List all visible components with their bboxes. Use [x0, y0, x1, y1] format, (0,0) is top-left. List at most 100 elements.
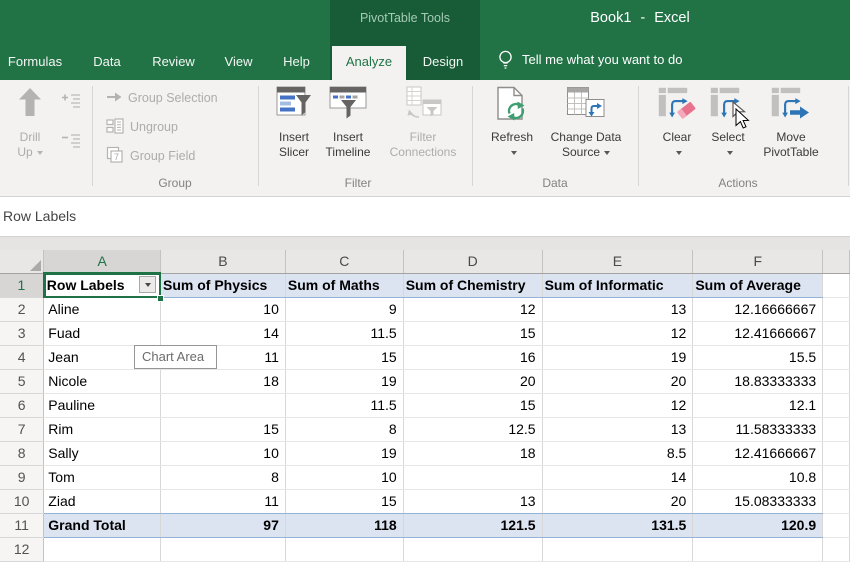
- cell-E3[interactable]: 12: [542, 321, 693, 345]
- row-header-12[interactable]: 12: [0, 537, 44, 561]
- column-header-C[interactable]: C: [285, 250, 403, 273]
- cell-F8[interactable]: 12.41666667: [693, 441, 823, 465]
- cell-D2[interactable]: 12: [403, 297, 542, 321]
- cell-E12[interactable]: [542, 537, 693, 561]
- select-all-corner[interactable]: [0, 250, 44, 273]
- cell-B1[interactable]: Sum of Physics: [161, 273, 286, 297]
- tab-formulas[interactable]: Formulas: [0, 46, 70, 80]
- cell-E8[interactable]: 8.5: [542, 441, 693, 465]
- fill-handle[interactable]: [157, 295, 164, 302]
- cell-B2[interactable]: 10: [161, 297, 286, 321]
- cell-B8[interactable]: 10: [161, 441, 286, 465]
- cell-E11[interactable]: 131.5: [542, 513, 693, 537]
- cell-E4[interactable]: 19: [542, 345, 693, 369]
- column-header-A[interactable]: A: [44, 250, 161, 273]
- cell-G1[interactable]: [823, 273, 850, 297]
- cell-C12[interactable]: [285, 537, 403, 561]
- cell-D3[interactable]: 15: [403, 321, 542, 345]
- cell-G12[interactable]: [823, 537, 850, 561]
- row-header-3[interactable]: 3: [0, 321, 44, 345]
- cell-C6[interactable]: 11.5: [285, 393, 403, 417]
- cell-G8[interactable]: [823, 441, 850, 465]
- column-header-B[interactable]: B: [161, 250, 286, 273]
- cell-G7[interactable]: [823, 417, 850, 441]
- cell-D9[interactable]: [403, 465, 542, 489]
- cell-D4[interactable]: 16: [403, 345, 542, 369]
- cell-F2[interactable]: 12.16666667: [693, 297, 823, 321]
- cell-G2[interactable]: [823, 297, 850, 321]
- cell-B6[interactable]: [161, 393, 286, 417]
- cell-F1[interactable]: Sum of Average: [693, 273, 823, 297]
- row-header-6[interactable]: 6: [0, 393, 44, 417]
- tab-analyze[interactable]: Analyze: [332, 46, 406, 80]
- cell-F6[interactable]: 12.1: [693, 393, 823, 417]
- row-header-4[interactable]: 4: [0, 345, 44, 369]
- cell-A10[interactable]: Ziad: [44, 489, 161, 513]
- cell-B10[interactable]: 11: [161, 489, 286, 513]
- tab-design[interactable]: Design: [411, 46, 475, 80]
- row-header-2[interactable]: 2: [0, 297, 44, 321]
- cell-G3[interactable]: [823, 321, 850, 345]
- column-header-E[interactable]: E: [542, 250, 693, 273]
- row-header-11[interactable]: 11: [0, 513, 44, 537]
- row-header-10[interactable]: 10: [0, 489, 44, 513]
- cell-B12[interactable]: [161, 537, 286, 561]
- change-data-source-button[interactable]: Change Data Source: [540, 84, 632, 160]
- cell-C3[interactable]: 11.5: [285, 321, 403, 345]
- cell-C11[interactable]: 118: [285, 513, 403, 537]
- cell-A6[interactable]: Pauline: [44, 393, 161, 417]
- cell-D12[interactable]: [403, 537, 542, 561]
- cell-F9[interactable]: 10.8: [693, 465, 823, 489]
- cell-C5[interactable]: 19: [285, 369, 403, 393]
- row-labels-filter-button[interactable]: [139, 276, 156, 293]
- cell-G10[interactable]: [823, 489, 850, 513]
- cell-F5[interactable]: 18.83333333: [693, 369, 823, 393]
- cell-A11[interactable]: Grand Total: [44, 513, 161, 537]
- column-header-D[interactable]: D: [403, 250, 542, 273]
- move-pivottable-button[interactable]: Move PivotTable: [752, 84, 830, 160]
- cell-G9[interactable]: [823, 465, 850, 489]
- cell-D7[interactable]: 12.5: [403, 417, 542, 441]
- cell-C1[interactable]: Sum of Maths: [285, 273, 403, 297]
- cell-E5[interactable]: 20: [542, 369, 693, 393]
- cell-C10[interactable]: 15: [285, 489, 403, 513]
- cell-G4[interactable]: [823, 345, 850, 369]
- clear-button[interactable]: Clear: [652, 84, 702, 160]
- cell-E6[interactable]: 12: [542, 393, 693, 417]
- row-header-9[interactable]: 9: [0, 465, 44, 489]
- row-header-8[interactable]: 8: [0, 441, 44, 465]
- cell-B7[interactable]: 15: [161, 417, 286, 441]
- cell-F4[interactable]: 15.5: [693, 345, 823, 369]
- cell-A3[interactable]: Fuad: [44, 321, 161, 345]
- cell-G11[interactable]: [823, 513, 850, 537]
- insert-timeline-button[interactable]: Insert Timeline: [322, 84, 374, 160]
- row-header-5[interactable]: 5: [0, 369, 44, 393]
- cell-E1[interactable]: Sum of Informatic: [542, 273, 693, 297]
- cell-D6[interactable]: 15: [403, 393, 542, 417]
- cell-A12[interactable]: [44, 537, 161, 561]
- cell-D5[interactable]: 20: [403, 369, 542, 393]
- cell-D8[interactable]: 18: [403, 441, 542, 465]
- cell-D1[interactable]: Sum of Chemistry: [403, 273, 542, 297]
- cell-B9[interactable]: 8: [161, 465, 286, 489]
- cell-D10[interactable]: 13: [403, 489, 542, 513]
- insert-slicer-button[interactable]: Insert Slicer: [270, 84, 318, 160]
- cell-E10[interactable]: 20: [542, 489, 693, 513]
- cell-E9[interactable]: 14: [542, 465, 693, 489]
- tell-me-box[interactable]: Tell me what you want to do: [522, 52, 682, 67]
- cell-B11[interactable]: 97: [161, 513, 286, 537]
- tab-review[interactable]: Review: [140, 46, 207, 80]
- cell-E2[interactable]: 13: [542, 297, 693, 321]
- tab-data[interactable]: Data: [82, 46, 132, 80]
- cell-G5[interactable]: [823, 369, 850, 393]
- cell-A5[interactable]: Nicole: [44, 369, 161, 393]
- row-header-7[interactable]: 7: [0, 417, 44, 441]
- cell-F7[interactable]: 11.58333333: [693, 417, 823, 441]
- cell-D11[interactable]: 121.5: [403, 513, 542, 537]
- cell-C7[interactable]: 8: [285, 417, 403, 441]
- formula-bar[interactable]: Row Labels: [0, 197, 850, 237]
- cell-F12[interactable]: [693, 537, 823, 561]
- cell-A2[interactable]: Aline: [44, 297, 161, 321]
- cell-A9[interactable]: Tom: [44, 465, 161, 489]
- cell-A7[interactable]: Rim: [44, 417, 161, 441]
